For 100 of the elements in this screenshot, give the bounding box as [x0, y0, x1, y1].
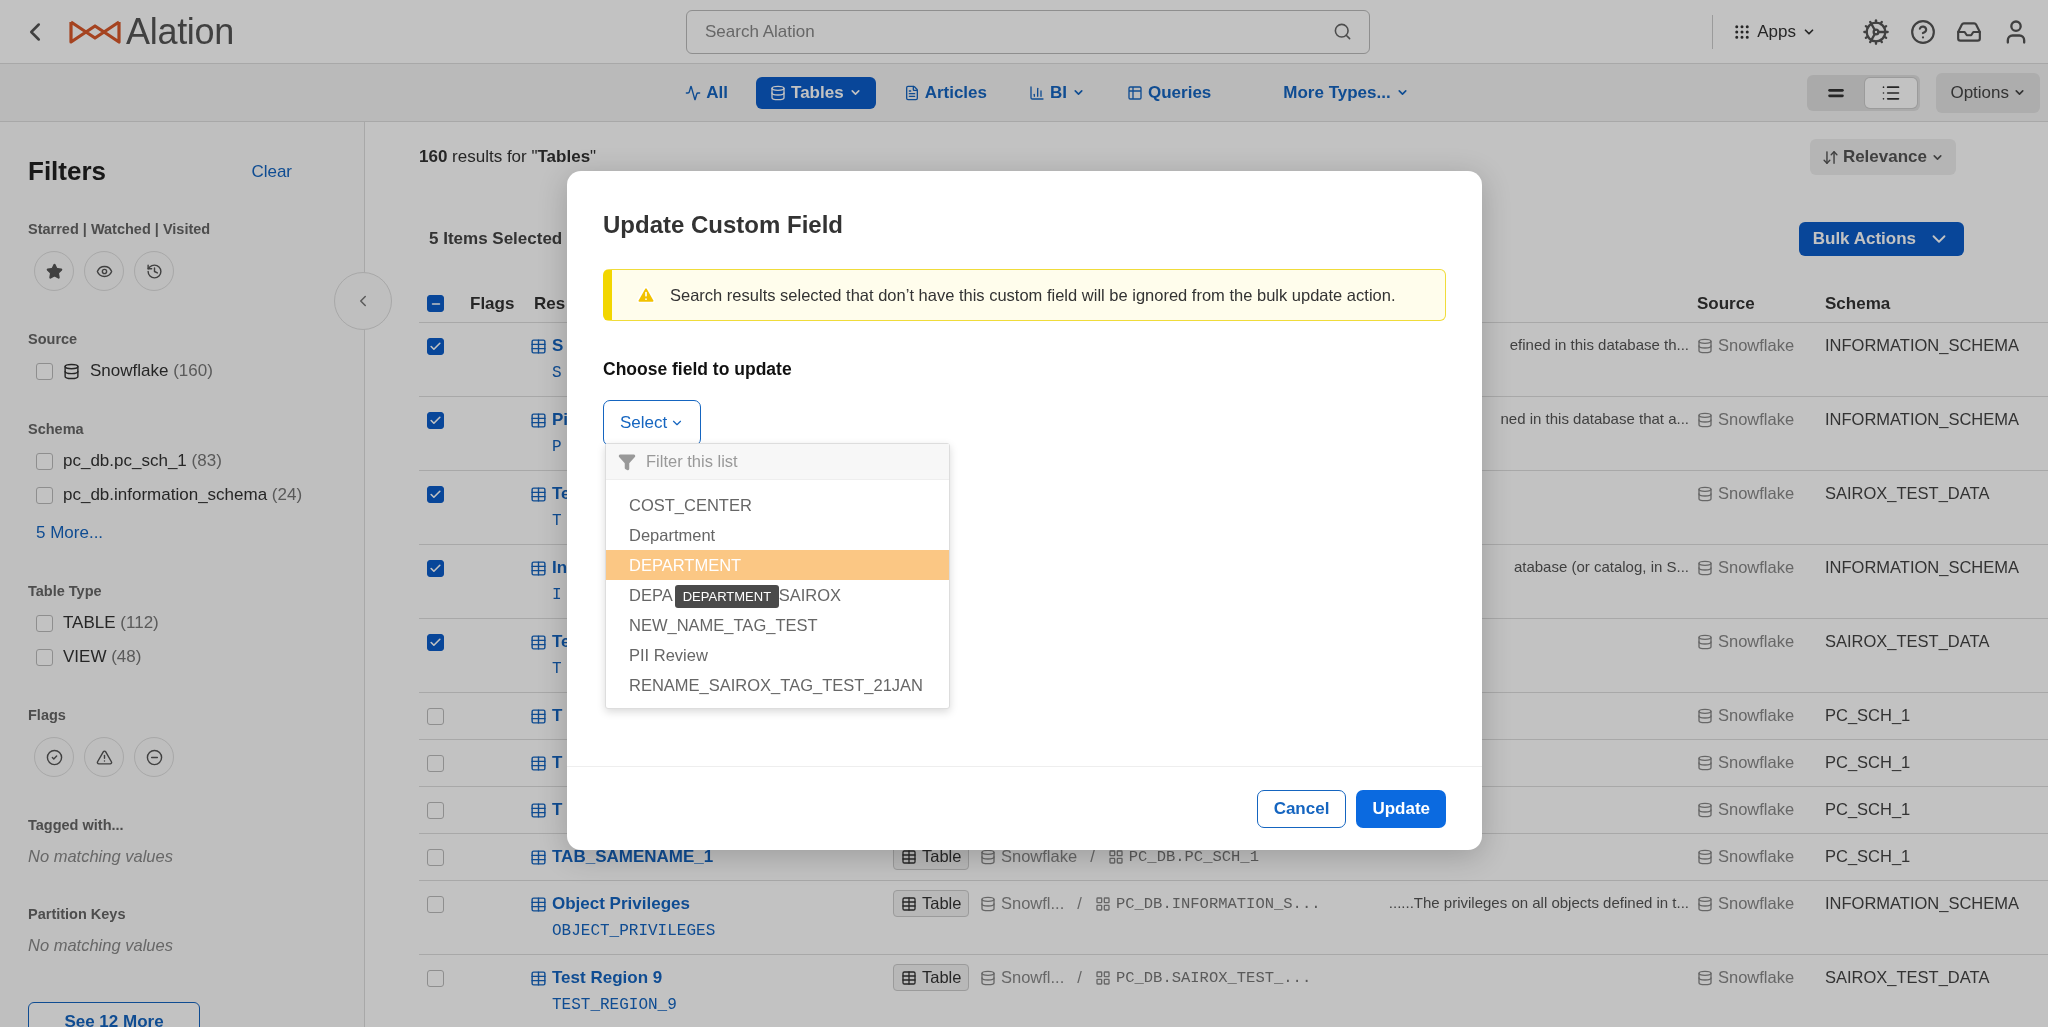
update-button[interactable]: Update [1356, 789, 1446, 828]
description: ned in this database that a... [1500, 410, 1690, 427]
see-more-button[interactable]: See 12 More [28, 1002, 200, 1027]
checkbox[interactable] [36, 362, 53, 380]
filter-toggle-button[interactable] [134, 251, 174, 291]
filter-icon [618, 453, 636, 471]
result-title[interactable]: S [552, 336, 564, 356]
filter-toggle-button[interactable] [84, 251, 124, 291]
result-name: OBJECT_PRIVILEGES [552, 922, 716, 940]
path-schema: PC_DB.INFORMATION_S... [1115, 894, 1321, 913]
checkbox[interactable] [36, 452, 53, 470]
menu-option[interactable]: NEW_NAME_TAG_TEST [606, 610, 949, 640]
row-checkbox[interactable] [427, 560, 444, 577]
table-icon [530, 895, 547, 913]
row-checkbox[interactable] [427, 338, 444, 355]
search-icon [1333, 21, 1352, 41]
select-all-checkbox[interactable] [427, 295, 444, 312]
type-tab[interactable]: All [671, 76, 743, 109]
list-view-button[interactable] [1865, 77, 1918, 108]
schema-name: PC_SCH_1 [1825, 847, 1911, 866]
source-name: Snowflake [1718, 894, 1795, 913]
result-title[interactable]: TAB_SAMENAME_1 [552, 847, 714, 867]
results-summary: 160 results for "Tables" [419, 147, 597, 167]
path-source: Snowfl... [1001, 894, 1065, 913]
filter-toggle-button[interactable] [34, 737, 74, 777]
database-icon [980, 969, 996, 986]
row-checkbox[interactable] [427, 755, 444, 772]
table-icon [530, 559, 547, 577]
selection-count: 5 Items Selected [429, 229, 563, 249]
result-name: P [552, 438, 562, 456]
row-checkbox[interactable] [427, 412, 444, 429]
help-button[interactable] [1910, 18, 1936, 45]
schema-name: INFORMATION_SCHEMA [1825, 336, 2020, 355]
menu-option[interactable]: COST_CENTER [606, 490, 949, 520]
result-title[interactable]: T [552, 753, 563, 773]
type-tab[interactable]: Tables [756, 76, 876, 109]
row-checkbox[interactable] [427, 708, 444, 725]
source-name: Snowflake [1718, 968, 1795, 987]
type-tab[interactable]: BI [1015, 76, 1099, 109]
section-title: Starred | Watched | Visited [28, 221, 211, 237]
menu-option[interactable]: PII Review [606, 640, 949, 670]
database-icon [1697, 411, 1713, 428]
menu-option[interactable]: RENAME_SAIROX_TAG_TEST_21JAN [606, 670, 949, 700]
type-tab[interactable]: Queries [1113, 76, 1226, 109]
result-title[interactable]: Test Region 9 [552, 968, 663, 988]
menu-option[interactable]: Department [606, 520, 949, 550]
database-icon [980, 848, 996, 865]
row-checkbox[interactable] [427, 802, 444, 819]
result-title[interactable]: T [552, 706, 563, 726]
type-tab[interactable]: More Types... [1269, 76, 1423, 109]
result-title[interactable]: T [552, 800, 563, 820]
checkbox[interactable] [36, 648, 53, 666]
history-icon [145, 262, 163, 280]
select-dropdown[interactable]: Select [603, 400, 701, 446]
row-checkbox[interactable] [427, 849, 444, 866]
empty-note: No matching values [28, 847, 173, 866]
table-icon [530, 337, 547, 355]
more-link[interactable]: 5 More... [28, 523, 104, 543]
filter-option-label: Snowflake (160) [90, 361, 213, 381]
table-icon [530, 801, 547, 819]
type-tab[interactable]: Articles [889, 76, 1001, 109]
checkbox[interactable] [36, 486, 53, 504]
row-checkbox[interactable] [427, 486, 444, 503]
check-icon [429, 488, 442, 501]
database-icon [1697, 559, 1713, 576]
schema-name: INFORMATION_SCHEMA [1825, 410, 2020, 429]
settings-button[interactable] [1862, 17, 1890, 46]
bulk-actions-button[interactable]: Bulk Actions [1798, 222, 1964, 256]
row-checkbox[interactable] [427, 970, 444, 987]
cancel-button[interactable]: Cancel [1256, 789, 1347, 828]
filter-toggle-button[interactable] [34, 251, 74, 291]
description: atabase (or catalog, in S... [1513, 558, 1690, 575]
table-icon [530, 411, 547, 429]
type-label: Table [922, 894, 962, 913]
filter-field[interactable]: Filter this list [606, 444, 949, 480]
sort-button[interactable]: Relevance [1809, 139, 1956, 175]
empty-note: No matching values [28, 936, 173, 955]
filter-toggle-button[interactable] [84, 737, 124, 777]
table-icon [530, 754, 547, 772]
result-title[interactable]: Pi [552, 410, 569, 430]
row-checkbox[interactable] [427, 634, 444, 651]
database-icon [1697, 707, 1713, 724]
row-checkbox[interactable] [427, 896, 444, 913]
source-name: Snowflake [1718, 753, 1795, 772]
apps-button[interactable]: Apps [1733, 21, 1816, 42]
database-icon [980, 895, 996, 912]
type-label: Table [922, 847, 962, 866]
checkbox[interactable] [36, 614, 53, 632]
result-title[interactable]: Object Privileges [552, 894, 690, 914]
options-button[interactable]: Options [1936, 72, 2040, 113]
search-field[interactable]: Search Alation [686, 9, 1370, 54]
section-title: Schema [28, 421, 84, 437]
database-icon [1697, 485, 1713, 502]
table-icon [530, 485, 547, 503]
database-icon [1697, 337, 1713, 354]
clear-link[interactable]: Clear [251, 161, 292, 182]
result-title[interactable]: In [552, 558, 568, 578]
filter-toggle-button[interactable] [134, 737, 174, 777]
menu-option[interactable]: DEPA DEPARTMENT SAIROX [606, 580, 949, 610]
path-separator: / [1077, 894, 1082, 913]
